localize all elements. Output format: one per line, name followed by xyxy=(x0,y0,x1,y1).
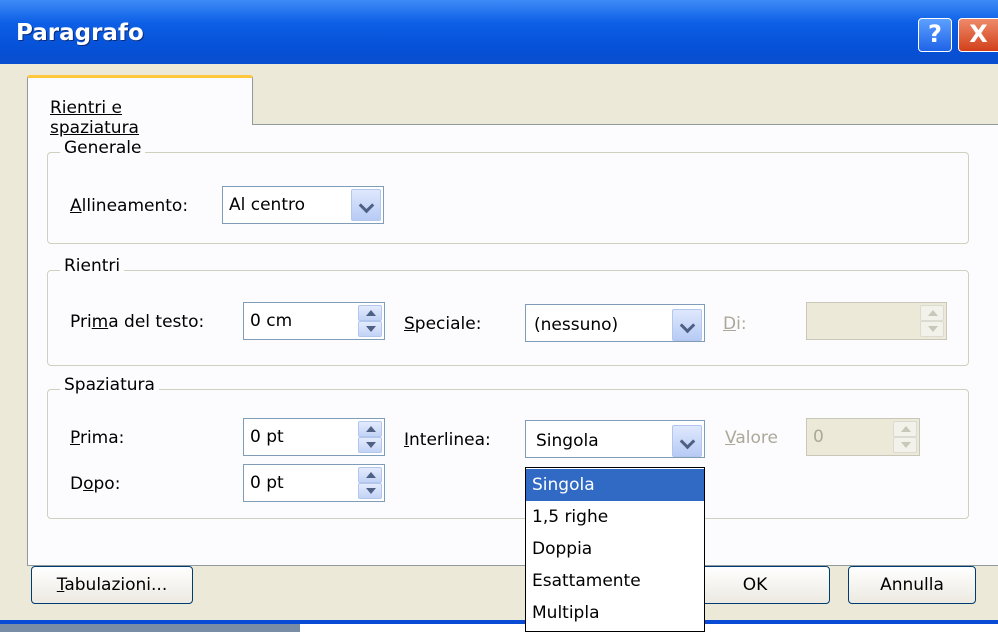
dropdown-option[interactable]: Multipla xyxy=(526,597,704,629)
special-value: (nessuno) xyxy=(534,315,619,335)
space-before-spinner[interactable]: 0 pt xyxy=(243,418,385,456)
dropdown-option[interactable]: Esattamente xyxy=(526,565,704,597)
indent-before-label: Prima del testo: xyxy=(70,312,205,332)
value-value: 0 xyxy=(813,427,824,447)
alignment-value: Al centro xyxy=(229,195,306,215)
tab-rientri-e-spaziatura[interactable]: Rientri e spaziatura xyxy=(27,75,253,138)
dropdown-option[interactable]: 1,5 righe xyxy=(526,501,704,533)
help-button[interactable]: ? xyxy=(918,18,952,52)
value-label: Valore xyxy=(725,428,778,448)
special-label: Speciale: xyxy=(404,314,482,334)
space-after-spinner[interactable]: 0 pt xyxy=(243,464,385,502)
space-after-value: 0 pt xyxy=(250,473,284,493)
dropdown-option[interactable]: Doppia xyxy=(526,533,704,565)
group-title-rientri: Rientri xyxy=(60,256,125,276)
value-spinner: 0 xyxy=(806,418,920,456)
indent-before-spinner[interactable]: 0 cm xyxy=(243,302,385,340)
space-after-label: Dopo: xyxy=(70,474,121,494)
space-before-value: 0 pt xyxy=(250,427,284,447)
spinner-arrows-icon[interactable] xyxy=(358,467,382,499)
close-button[interactable]: X xyxy=(958,18,998,52)
alignment-select[interactable]: Al centro xyxy=(222,186,384,224)
taskbar-strip xyxy=(0,624,300,632)
tabs-button[interactable]: Tabulazioni... xyxy=(31,566,193,604)
spinner-arrows-icon[interactable] xyxy=(358,421,382,453)
line-spacing-label: Interlinea: xyxy=(404,430,491,450)
chevron-down-icon[interactable] xyxy=(672,309,702,341)
indent-before-value: 0 cm xyxy=(250,311,293,331)
spinner-arrows-icon xyxy=(893,421,917,453)
by-label: Di: xyxy=(723,314,747,334)
spinner-arrows-icon xyxy=(920,305,944,337)
chevron-down-icon[interactable] xyxy=(672,425,702,457)
dialog-title: Paragrafo xyxy=(16,20,144,46)
group-title-spaziatura: Spaziatura xyxy=(60,375,159,395)
spinner-arrows-icon[interactable] xyxy=(358,305,382,337)
line-spacing-dropdown-list[interactable]: Singola 1,5 righe Doppia Esattamente Multipl… xyxy=(525,467,705,632)
alignment-label: Allineamento: xyxy=(70,196,189,216)
special-select[interactable]: (nessuno) xyxy=(525,304,705,342)
by-spinner xyxy=(806,302,947,340)
line-spacing-value: Singola xyxy=(536,431,599,451)
space-before-label: Prima: xyxy=(70,428,125,448)
cancel-button[interactable]: Annulla xyxy=(848,566,976,604)
line-spacing-select[interactable]: Singola xyxy=(525,420,705,458)
dialog-window: Paragrafo ? X Rientri e spaziatura Gener… xyxy=(0,0,998,624)
group-title-generale: Generale xyxy=(60,138,146,158)
chevron-down-icon[interactable] xyxy=(351,189,381,221)
dropdown-option[interactable]: Singola xyxy=(526,469,704,501)
